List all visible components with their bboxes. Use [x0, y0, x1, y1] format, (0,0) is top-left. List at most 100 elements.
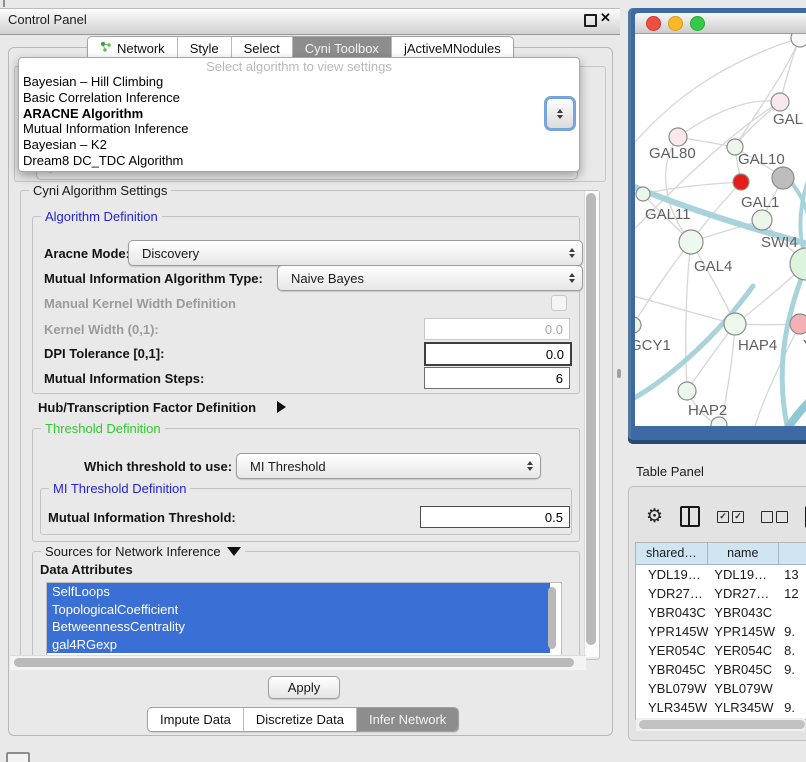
algorithm-option[interactable]: Dream8 DC_TDC Algorithm [19, 153, 579, 169]
collapse-down-arrow-icon [227, 547, 241, 556]
table-row[interactable]: YER054CYER054C8. [636, 641, 806, 660]
which-threshold-value: MI Threshold [250, 459, 326, 474]
table-cell: YPR145W [636, 624, 708, 639]
settings-hscroll-thumb[interactable] [14, 658, 574, 667]
columns-icon[interactable] [680, 506, 700, 527]
algorithm-option[interactable]: Bayesian – K2 [19, 137, 579, 153]
tab-label: Style [190, 41, 219, 56]
control-panel-title: Control Panel [8, 12, 87, 27]
which-threshold-combo[interactable]: MI Threshold [236, 453, 541, 479]
node[interactable] [791, 34, 806, 47]
table-panel-title: Table Panel [636, 464, 704, 479]
bottom-tab-infer-network[interactable]: Infer Network [357, 708, 458, 731]
table-cell: YLR345W [708, 700, 779, 715]
node-label-gal: GAL [773, 111, 803, 128]
node-gal4[interactable] [679, 230, 703, 254]
data-attribute-item[interactable]: BetweennessCentrality [47, 618, 550, 636]
sources-title-wrap[interactable]: Sources for Network Inference [41, 544, 245, 559]
node-label-hap4: HAP4 [738, 337, 777, 354]
gear-icon[interactable]: ⚙ [646, 505, 663, 528]
checked-boxes-icon[interactable]: ✓✓ [717, 511, 744, 523]
table-cell: 8. [779, 643, 806, 658]
node[interactable] [733, 174, 749, 190]
table-row[interactable]: YLR345WYLR345W9. [636, 698, 806, 717]
table-cell: YBL079W [708, 681, 779, 696]
algorithm-option[interactable]: Basic Correlation Inference [19, 90, 579, 106]
column-header[interactable]: shared… [636, 543, 708, 564]
node-gal1[interactable] [752, 210, 772, 230]
manual-kernel-checkbox[interactable] [551, 295, 567, 311]
node-label-gal1: GAL1 [741, 194, 779, 211]
node-gal80[interactable] [669, 128, 687, 146]
table-hscroll-thumb[interactable] [639, 720, 805, 729]
node-gal11[interactable] [636, 187, 650, 201]
data-attribute-item[interactable]: SelfLoops [47, 583, 550, 601]
bottom-tab-impute-data[interactable]: Impute Data [148, 708, 244, 731]
column-header[interactable]: name [708, 543, 779, 564]
table-cell: YPR145W [708, 624, 779, 639]
close-icon[interactable]: ✕ [600, 10, 611, 26]
float-window-icon[interactable] [584, 14, 597, 27]
node-gcy1[interactable] [635, 317, 641, 333]
node-hap2[interactable] [678, 382, 696, 400]
data-attribute-item[interactable]: gal4RGexp [47, 636, 550, 654]
table-row[interactable]: YBL079WYBL079W [636, 679, 806, 698]
dpi-tolerance-field[interactable]: 0.0 [424, 342, 572, 366]
node-y[interactable] [790, 314, 806, 334]
node-hap4[interactable] [724, 313, 746, 335]
tab-label: Select [244, 41, 280, 56]
bottom-left-panel-icon[interactable] [6, 752, 30, 762]
mi-threshold-field[interactable]: 0.5 [420, 506, 570, 528]
bottom-tab-discretize-data[interactable]: Discretize Data [244, 708, 357, 731]
node-swi4[interactable] [790, 248, 806, 280]
table-cell: YDR27… [636, 586, 708, 601]
panel-splitter-handle[interactable] [617, 369, 621, 378]
table-cell: YBL079W [636, 681, 708, 696]
table-row[interactable]: YBR045CYBR045C9. [636, 660, 806, 679]
table-cell: 13 [779, 567, 806, 582]
bottom-tab-label: Impute Data [160, 712, 231, 727]
minimize-window-icon[interactable] [668, 16, 683, 31]
close-window-icon[interactable] [646, 16, 661, 31]
network-canvas[interactable]: GALGAL80GAL10GAL1GAL11SWI4GAL4GCY1HAP4YH… [635, 34, 806, 426]
table-row[interactable]: YPR145WYPR145W9. [636, 622, 806, 641]
table-cell: YBR043C [708, 605, 779, 620]
mi-type-combo[interactable]: Naive Bayes [277, 265, 583, 291]
table-row[interactable]: YBR043CYBR043C [636, 603, 806, 622]
data-attribute-item[interactable]: TopologicalCoefficient [47, 601, 550, 619]
table-row[interactable]: YDR27…YDR27…12 [636, 584, 806, 603]
node[interactable] [772, 167, 794, 189]
node-label-swi4: SWI4 [761, 234, 798, 251]
algorithm-option[interactable]: Bayesian – Hill Climbing [19, 74, 579, 90]
attr-list-scrollbar[interactable] [548, 587, 556, 649]
zoom-window-icon[interactable] [690, 16, 705, 31]
bottom-tab-label: Discretize Data [256, 712, 344, 727]
network-icon [100, 41, 112, 56]
apply-button[interactable]: Apply [268, 676, 340, 699]
mi-threshold-label: Mutual Information Threshold: [48, 510, 236, 525]
algorithm-option[interactable]: ARACNE Algorithm [19, 106, 579, 122]
unchecked-boxes-icon[interactable] [761, 511, 788, 523]
aracne-mode-combo[interactable]: Discovery [128, 240, 583, 266]
mi-type-value: Naive Bayes [291, 271, 364, 286]
algorithm-option[interactable]: Mutual Information Inference [19, 121, 579, 137]
mi-steps-label: Mutual Information Steps: [44, 371, 204, 386]
kernel-width-field[interactable]: 0.0 [424, 318, 570, 340]
bottom-tabs: Impute Data Discretize Data Infer Network [147, 707, 459, 732]
node-label-gal11: GAL11 [645, 206, 691, 223]
network-view-titlebar [635, 13, 806, 34]
settings-vscroll-thumb[interactable] [586, 193, 596, 645]
hub-definition-expander[interactable]: Hub/Transcription Factor Definition [38, 400, 256, 415]
screenshot-root: Control Panel ✕ NetworkStyleSelectCyni T… [0, 0, 806, 762]
table-cell: YBR045C [708, 662, 779, 677]
mi-type-label: Mutual Information Algorithm Type: [44, 271, 263, 286]
table-row[interactable]: YDL19…YDL19…13 [636, 565, 806, 584]
mi-steps-field[interactable]: 6 [424, 367, 570, 389]
data-attributes-label: Data Attributes [40, 562, 133, 577]
aracne-mode-value: Discovery [142, 246, 199, 261]
column-header[interactable] [779, 543, 806, 564]
table-cell: YDL19… [708, 567, 779, 582]
data-attributes-list: SelfLoopsTopologicalCoefficientBetweenne… [46, 582, 562, 658]
node-gal[interactable] [771, 93, 789, 111]
algorithm-combo-stepper[interactable] [544, 96, 576, 131]
